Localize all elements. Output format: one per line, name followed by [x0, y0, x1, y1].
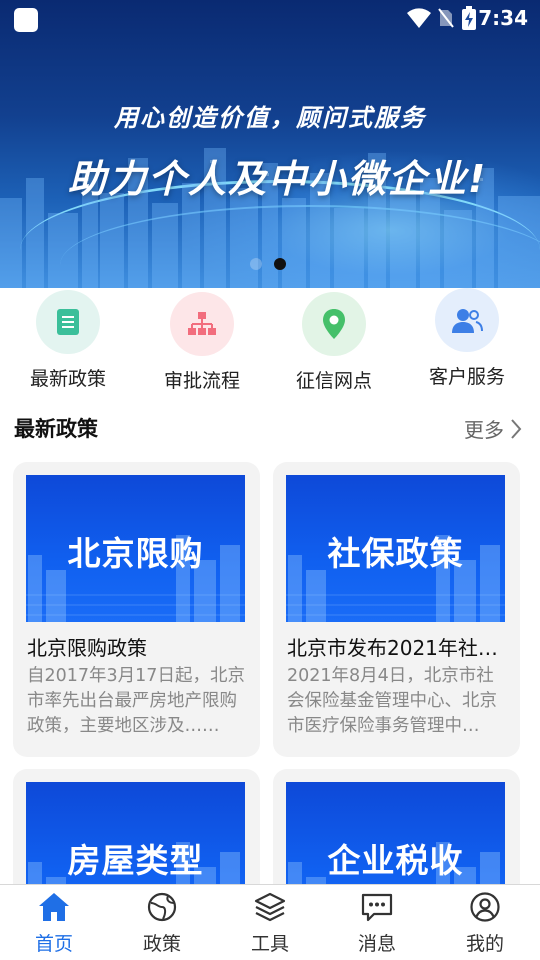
- no-sim-icon: [438, 8, 454, 28]
- nav-policy[interactable]: 政策: [112, 891, 212, 956]
- document-icon: [36, 290, 100, 354]
- nav-label: 政策: [142, 933, 181, 955]
- battery-charging-icon: [462, 6, 476, 30]
- nav-label: 工具: [250, 933, 289, 955]
- globe-icon: [147, 892, 177, 922]
- nav-label: 首页: [34, 933, 73, 955]
- card-thumbnail: 企业税收: [286, 782, 505, 899]
- card-thumbnail: 房屋类型: [26, 782, 245, 899]
- carousel-dot[interactable]: [250, 258, 262, 270]
- banner-headline: 助力个人及中小微企业!: [67, 157, 488, 201]
- card-thumbnail-title: 房屋类型: [67, 841, 204, 880]
- profile-icon: [470, 892, 500, 922]
- policy-card[interactable]: 企业税收: [273, 769, 520, 899]
- wifi-icon: [407, 8, 431, 28]
- quick-entry-customer-service[interactable]: 客户服务: [407, 288, 527, 389]
- card-thumbnail-title: 企业税收: [327, 841, 464, 880]
- nav-profile[interactable]: 我的: [435, 891, 535, 956]
- quick-entry-approval-process[interactable]: 审批流程: [142, 292, 262, 393]
- quick-entry-label: 审批流程: [163, 370, 240, 392]
- app-notification-icon: [14, 8, 38, 32]
- carousel-indicator: [250, 258, 286, 270]
- layers-icon: [254, 892, 286, 922]
- chevron-right-icon: [511, 418, 522, 439]
- nav-home[interactable]: 首页: [4, 891, 104, 956]
- more-label: 更多: [464, 418, 504, 442]
- card-thumbnail: 社保政策: [286, 475, 505, 622]
- card-description: 自2017年3月17日起，北京市率先出台最严房地产限购政策，主要地区涉及……: [27, 666, 245, 736]
- nav-messages[interactable]: 消息: [327, 891, 427, 956]
- status-bar: 7:34: [0, 0, 540, 38]
- quick-entry-label: 最新政策: [29, 368, 106, 390]
- nav-tools[interactable]: 工具: [220, 891, 320, 956]
- quick-entry-credit-outlets[interactable]: 征信网点: [274, 292, 394, 393]
- nav-label: 消息: [357, 933, 396, 955]
- hierarchy-icon: [170, 292, 234, 356]
- hero-banner[interactable]: 用心创造价值，顾问式服务 助力个人及中小微企业!: [0, 0, 540, 288]
- card-thumbnail: 北京限购: [26, 475, 245, 622]
- card-description: 2021年8月4日，北京市社会保险基金管理中心、北京市医疗保险事务管理中心……: [287, 666, 497, 736]
- nav-label: 我的: [465, 933, 504, 955]
- policy-card[interactable]: 社保政策 北京市发布2021年社保政策 2021年8月4日，北京市社会保险基金管…: [273, 462, 520, 757]
- quick-entry-label: 征信网点: [295, 370, 372, 392]
- home-icon: [39, 893, 69, 921]
- quick-entry-latest-policy[interactable]: 最新政策: [8, 290, 128, 391]
- carousel-dot-active[interactable]: [274, 258, 286, 270]
- card-thumbnail-title: 北京限购: [67, 534, 204, 573]
- policy-card[interactable]: 房屋类型: [13, 769, 260, 899]
- card-thumbnail-title: 社保政策: [327, 534, 464, 573]
- more-link[interactable]: 更多: [464, 414, 522, 443]
- customer-service-icon: [435, 288, 499, 352]
- card-title: 北京市发布2021年社保政策: [287, 636, 507, 660]
- location-pin-icon: [302, 292, 366, 356]
- quick-entry-label: 客户服务: [428, 366, 505, 388]
- card-title: 北京限购政策: [27, 636, 147, 660]
- bottom-navigation: 首页 政策 工具 消息 我的: [0, 884, 540, 960]
- quick-entry-row: 最新政策 审批流程 征信网点 客户服务: [0, 288, 540, 398]
- status-time: 7:34: [478, 6, 528, 30]
- section-title: 最新政策: [14, 417, 98, 441]
- policy-card[interactable]: 北京限购 北京限购政策 自2017年3月17日起，北京市率先出台最严房地产限购政…: [13, 462, 260, 757]
- message-icon: [361, 893, 393, 922]
- banner-slogan: 用心创造价值，顾问式服务: [114, 104, 426, 132]
